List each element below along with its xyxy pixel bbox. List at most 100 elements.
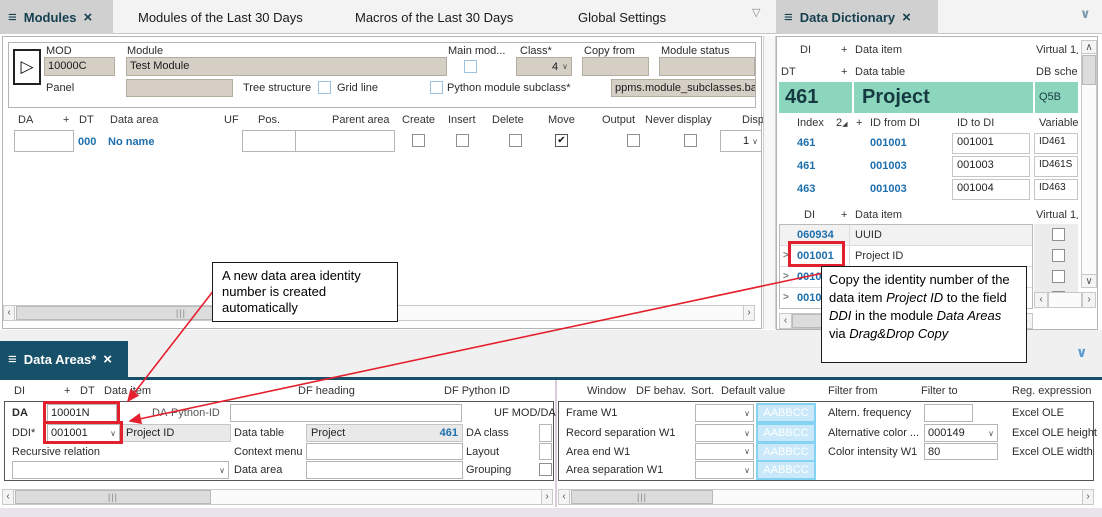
col-header-create[interactable]: Create (402, 114, 435, 126)
da-right-hscroll-thumb[interactable]: ||| (571, 490, 713, 504)
dict-vscroll-thumb[interactable] (1082, 55, 1096, 85)
scroll-left-icon[interactable]: ‹ (2, 489, 14, 505)
item-di[interactable]: 0010 (797, 271, 821, 283)
da-header-data-item[interactable]: Data item (104, 385, 151, 397)
output-checkbox[interactable] (627, 134, 640, 147)
dict-header-plus2[interactable]: + (841, 66, 847, 78)
map-row-variable[interactable]: ID461 (1034, 133, 1078, 154)
main-mod-checkbox[interactable] (464, 60, 477, 73)
tab-modules[interactable]: ≡ Modules × (0, 0, 113, 34)
panel-field[interactable] (126, 79, 233, 97)
copy-from-field[interactable] (582, 57, 649, 76)
map-row-id-from[interactable]: 001003 (870, 183, 907, 195)
selected-table-id-cell[interactable]: 461 (779, 82, 852, 113)
dict-header-di[interactable]: DI (800, 44, 811, 56)
map-row-id-from[interactable]: 001001 (870, 137, 907, 149)
map-row-id-to[interactable]: 001003 (952, 156, 1030, 177)
map-row-index[interactable]: 461 (797, 137, 815, 149)
ddi-item-field[interactable]: Project ID (121, 424, 231, 442)
col-header-data-area[interactable]: Data area (110, 114, 158, 126)
close-icon[interactable]: × (902, 9, 911, 26)
create-checkbox[interactable] (412, 134, 425, 147)
panel-splitter[interactable] (763, 36, 776, 329)
data-area-name[interactable]: No name (108, 136, 154, 148)
virtual-checkbox[interactable] (1052, 228, 1065, 241)
map-header-sort[interactable]: 2◢ (836, 117, 848, 129)
scroll-left-icon[interactable]: ‹ (1034, 292, 1048, 308)
map-row-index[interactable]: 463 (797, 183, 815, 195)
virtual-checkbox[interactable] (1052, 249, 1065, 262)
map-header-id-from[interactable]: ID from DI (870, 117, 920, 129)
dict-header-dt[interactable]: DT (781, 66, 796, 78)
da-input[interactable] (14, 130, 74, 152)
tab-data-dictionary[interactable]: ≡ Data Dictionary × (776, 0, 938, 34)
col-header-move[interactable]: Move (548, 114, 575, 126)
col-header-delete[interactable]: Delete (492, 114, 524, 126)
da-header-window[interactable]: Window (587, 385, 626, 397)
items-header-virtual[interactable]: Virtual 1◢ (1036, 209, 1078, 221)
map-row-variable[interactable]: ID461S (1034, 156, 1078, 177)
col-header-plus[interactable]: + (63, 114, 69, 126)
da-header-default-value[interactable]: Default value (721, 385, 785, 397)
dict-header-data-item[interactable]: Data item (855, 44, 902, 56)
col-header-uf[interactable]: UF (224, 114, 239, 126)
col-header-dt[interactable]: DT (79, 114, 94, 126)
expand-icon[interactable]: > (783, 271, 789, 282)
da-python-id-field[interactable] (230, 404, 462, 422)
tab-modules-last-30-days[interactable]: Modules of the Last 30 Days (138, 10, 303, 25)
tab-global-settings[interactable]: Global Settings (578, 10, 666, 25)
selected-table-name-cell[interactable]: Project (854, 82, 1033, 113)
da-header-df-heading[interactable]: DF heading (298, 385, 355, 397)
da-header-filter-from[interactable]: Filter from (828, 385, 878, 397)
map-header-id-to[interactable]: ID to DI (957, 117, 994, 129)
dict-header-data-table[interactable]: Data table (855, 66, 905, 78)
scroll-right-icon[interactable]: › (541, 489, 553, 505)
dt-value[interactable]: 000 (78, 136, 96, 148)
scroll-left-icon[interactable]: ‹ (779, 313, 792, 329)
hamburger-icon[interactable]: ≡ (8, 351, 17, 368)
parent-area-input[interactable] (295, 130, 395, 152)
map-row-id-from[interactable]: 001003 (870, 160, 907, 172)
da-header-di[interactable]: DI (14, 385, 25, 397)
grid-line-checkbox[interactable] (318, 81, 331, 94)
col-header-pos[interactable]: Pos. (258, 114, 280, 126)
map-row-index[interactable]: 461 (797, 160, 815, 172)
run-module-button[interactable]: ▷ (13, 49, 41, 85)
da-header-filter-to[interactable]: Filter to (921, 385, 958, 397)
selected-table-schema-cell[interactable]: Q5B (1035, 82, 1078, 113)
record-separation-color-swatch[interactable]: AABBCC (756, 423, 816, 443)
virtual-hscroll[interactable] (1048, 292, 1082, 308)
item-di[interactable]: 060934 (797, 229, 834, 241)
alternative-color-dropdown[interactable]: 000149 ∨ (924, 424, 998, 442)
da-header-reg-expression[interactable]: Reg. expression (1012, 385, 1092, 397)
hamburger-icon[interactable]: ≡ (784, 9, 793, 26)
da-class-field[interactable] (539, 424, 552, 442)
da-header-sort[interactable]: Sort. (691, 385, 714, 397)
col-header-insert[interactable]: Insert (448, 114, 476, 126)
insert-checkbox[interactable] (456, 134, 469, 147)
mod-field[interactable]: 10000C (44, 57, 115, 76)
area-end-dropdown[interactable]: ∨ (695, 443, 754, 460)
window-collapse-icon[interactable]: ∨ (1080, 6, 1091, 22)
display-dropdown[interactable]: 1 ∨ (720, 130, 762, 152)
scroll-right-icon[interactable]: › (1082, 489, 1094, 505)
area-separation-color-swatch[interactable]: AABBCC (756, 460, 816, 480)
col-header-parent-area[interactable]: Parent area (332, 114, 389, 126)
map-row-id-to[interactable]: 001001 (952, 133, 1030, 154)
da-left-hscroll-thumb[interactable]: ||| (15, 490, 211, 504)
class-dropdown[interactable]: 4 ∨ (516, 57, 572, 76)
close-icon[interactable]: × (84, 9, 93, 26)
item-di[interactable]: 0010 (797, 292, 821, 304)
expand-icon[interactable]: > (783, 292, 789, 303)
map-header-index[interactable]: Index (797, 117, 824, 129)
frame-w1-color-swatch[interactable]: AABBCC (756, 403, 816, 423)
map-row-variable[interactable]: ID463 (1034, 179, 1078, 200)
record-separation-dropdown[interactable]: ∨ (695, 424, 754, 442)
scroll-down-icon[interactable]: ∨ (1081, 274, 1097, 288)
altern-frequency-field[interactable] (924, 404, 973, 422)
da-header-plus[interactable]: + (64, 385, 70, 397)
items-header-di[interactable]: DI (804, 209, 815, 221)
panel-collapse-icon[interactable]: ∨ (1076, 344, 1087, 361)
module-status-field[interactable] (659, 57, 755, 76)
scroll-right-icon[interactable]: › (1082, 292, 1096, 308)
